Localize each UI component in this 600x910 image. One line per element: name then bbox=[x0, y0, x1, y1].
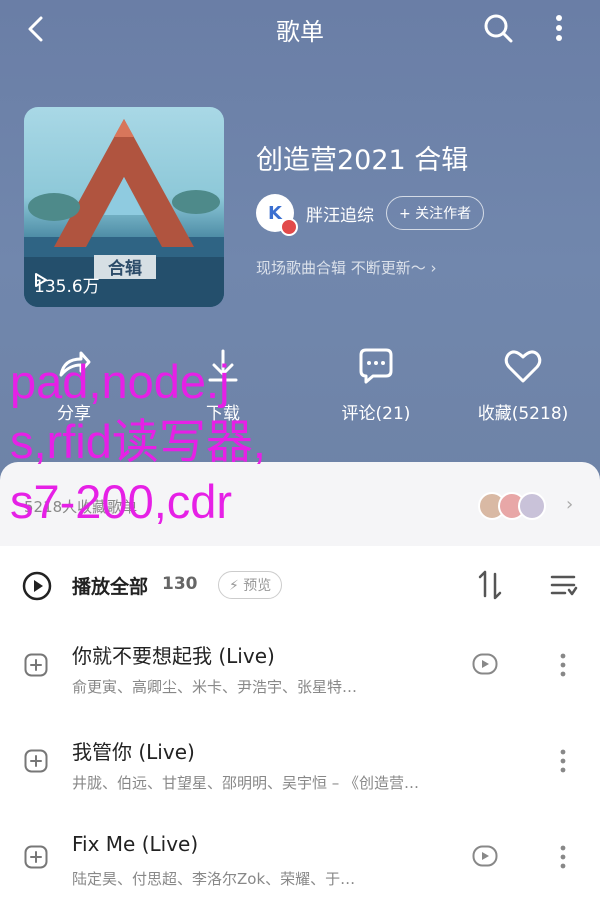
share-icon bbox=[53, 345, 95, 387]
share-label: 分享 bbox=[57, 404, 91, 424]
song-title: 你就不要想起我 (Live) bbox=[72, 644, 275, 668]
song-artists: 陆定昊、付思超、李洛尔Zok、荣耀、于… bbox=[72, 870, 356, 888]
play-count: 135.6万 bbox=[34, 272, 100, 297]
comment-label: 评论(21) bbox=[341, 404, 411, 424]
play-circle-icon[interactable] bbox=[22, 571, 52, 601]
play-count-icon bbox=[35, 273, 47, 287]
song-row[interactable]: 我管你 (Live) 井胧、伯远、甘望星、邵明明、吴宇恒 – 《创造营… bbox=[0, 720, 600, 816]
avatar bbox=[518, 492, 546, 520]
play-all-row[interactable]: 播放全部 130 ⚡ 预览 bbox=[0, 546, 600, 626]
action-bar: 分享 下载 评论(21) 收藏(5218) bbox=[0, 345, 600, 435]
follow-creator-button[interactable]: + 关注作者 bbox=[386, 196, 485, 230]
preview-label: 预览 bbox=[243, 578, 272, 594]
creator-avatar-letter: K bbox=[268, 202, 282, 224]
download-button[interactable]: 下载 bbox=[163, 345, 283, 424]
song-list-panel: 播放全部 130 ⚡ 预览 你就不要想起我 (Live) 俞更寅、高卿尘、米卡、… bbox=[0, 546, 600, 910]
chevron-right-icon: › bbox=[566, 494, 574, 515]
download-label: 下载 bbox=[206, 404, 240, 424]
song-more-icon[interactable] bbox=[556, 840, 570, 874]
sort-icon[interactable] bbox=[476, 568, 504, 602]
song-artists: 井胧、伯远、甘望星、邵明明、吴宇恒 – 《创造营… bbox=[72, 774, 420, 792]
song-artists: 俞更寅、高卿尘、米卡、尹浩宇、张星特… bbox=[72, 678, 358, 696]
collectors-text: 5218人收藏歌单 bbox=[24, 498, 138, 516]
heart-icon bbox=[502, 345, 544, 387]
verified-badge-icon bbox=[280, 218, 298, 236]
search-icon[interactable] bbox=[480, 10, 516, 46]
add-to-playlist-icon[interactable] bbox=[24, 653, 48, 677]
song-more-icon[interactable] bbox=[556, 744, 570, 778]
song-row[interactable]: 你就不要想起我 (Live) 俞更寅、高卿尘、米卡、尹浩宇、张星特… bbox=[0, 624, 600, 720]
add-to-playlist-icon[interactable] bbox=[24, 749, 48, 773]
mv-play-icon[interactable] bbox=[472, 845, 498, 867]
song-more-icon[interactable] bbox=[556, 648, 570, 682]
play-all-label[interactable]: 播放全部 bbox=[72, 572, 148, 599]
cover-text: 合辑 bbox=[108, 258, 142, 279]
comment-icon bbox=[355, 345, 397, 387]
creator-name[interactable]: 胖汪追综 bbox=[306, 201, 374, 226]
collectors-strip[interactable]: 5218人收藏歌单 › bbox=[0, 462, 600, 552]
creator-avatar[interactable]: K bbox=[256, 194, 298, 236]
multi-select-icon[interactable] bbox=[548, 570, 578, 600]
album-description[interactable]: 现场歌曲合辑 不断更新～ › bbox=[256, 257, 437, 278]
favorite-label: 收藏(5218) bbox=[477, 404, 569, 424]
favorite-button[interactable]: 收藏(5218) bbox=[463, 345, 583, 424]
mv-play-icon[interactable] bbox=[472, 653, 498, 675]
download-icon bbox=[202, 345, 244, 387]
collector-avatars bbox=[478, 492, 546, 520]
share-button[interactable]: 分享 bbox=[14, 345, 134, 424]
comment-button[interactable]: 评论(21) bbox=[316, 345, 436, 424]
preview-button[interactable]: ⚡ 预览 bbox=[218, 571, 283, 599]
album-title: 创造营2021 合辑 bbox=[256, 145, 469, 176]
album-cover[interactable]: 合辑 135.6万 bbox=[24, 107, 224, 307]
song-title: Fix Me (Live) bbox=[72, 832, 199, 856]
song-row[interactable]: Fix Me (Live) 陆定昊、付思超、李洛尔Zok、荣耀、于… bbox=[0, 816, 600, 910]
song-count: 130 bbox=[162, 574, 198, 594]
song-title: 我管你 (Live) bbox=[72, 740, 195, 764]
creator-row: K 胖汪追综 + 关注作者 bbox=[256, 193, 485, 236]
top-bar: 歌单 bbox=[0, 0, 600, 58]
add-to-playlist-icon[interactable] bbox=[24, 845, 48, 869]
more-vertical-icon[interactable] bbox=[544, 10, 574, 46]
